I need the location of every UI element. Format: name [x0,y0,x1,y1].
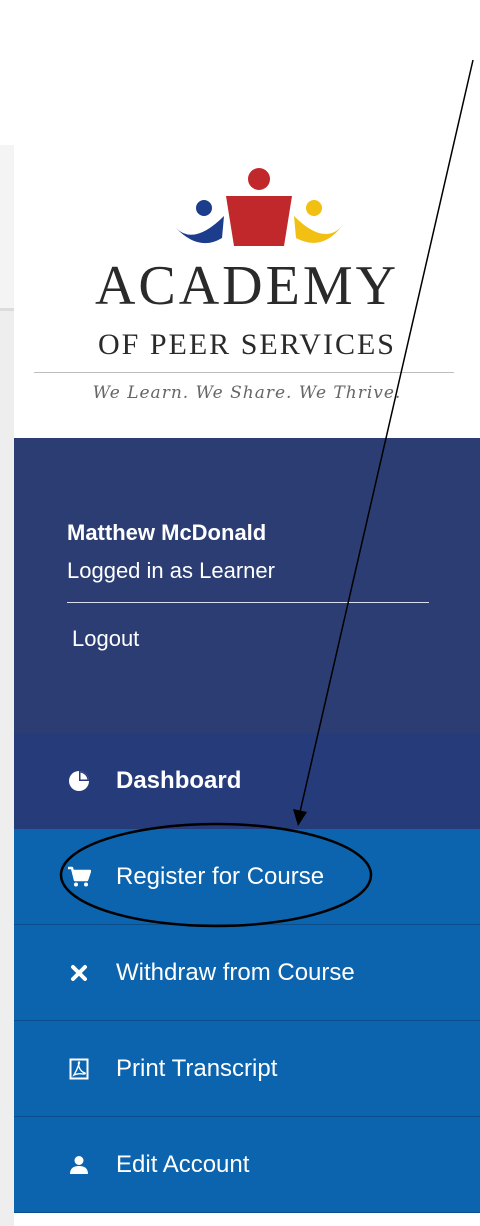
sidebar-item-label: Dashboard [116,767,242,794]
user-role: Logged in as Learner [67,558,275,583]
pdf-icon [66,1056,92,1082]
sidebar-item-withdraw[interactable]: Withdraw from Course [14,925,480,1021]
logo-figures-icon [176,168,342,246]
logout-link[interactable]: Logout [72,626,139,652]
sidebar-item-print-transcript[interactable]: Print Transcript [14,1021,480,1117]
sidebar-item-register[interactable]: Register for Course [14,829,480,925]
close-icon [66,960,92,986]
logo[interactable]: ACADEMY OF PEER SERVICES We Learn. We Sh… [14,140,480,438]
sidebar-item-label: Withdraw from Course [116,958,355,986]
logo-divider [34,372,454,373]
user-divider [67,602,429,603]
logo-subtitle: OF PEER SERVICES [98,328,396,361]
sidebar-menu: Dashboard Register for Course Withdraw f… [14,733,480,1213]
user-name: Matthew McDonald [67,520,267,545]
sidebar-item-dashboard[interactable]: Dashboard [14,733,480,829]
cart-icon [66,864,92,890]
left-edge-divider [0,308,14,311]
pie-chart-icon [66,768,92,794]
sidebar-item-label: Register for Course [116,862,325,890]
user-icon [66,1152,92,1178]
sidebar-item-edit-account[interactable]: Edit Account [14,1117,480,1213]
sidebar-item-label: Print Transcript [116,1054,278,1082]
sidebar: ACADEMY OF PEER SERVICES We Learn. We Sh… [14,140,480,1226]
sidebar-item-label: Edit Account [116,1150,250,1178]
logo-tagline: We Learn. We Share. We Thrive. [92,383,402,403]
left-edge-strip-upper [0,145,14,310]
logo-title: ACADEMY [94,255,400,317]
user-panel: Matthew McDonald Logged in as Learner Lo… [14,438,480,733]
